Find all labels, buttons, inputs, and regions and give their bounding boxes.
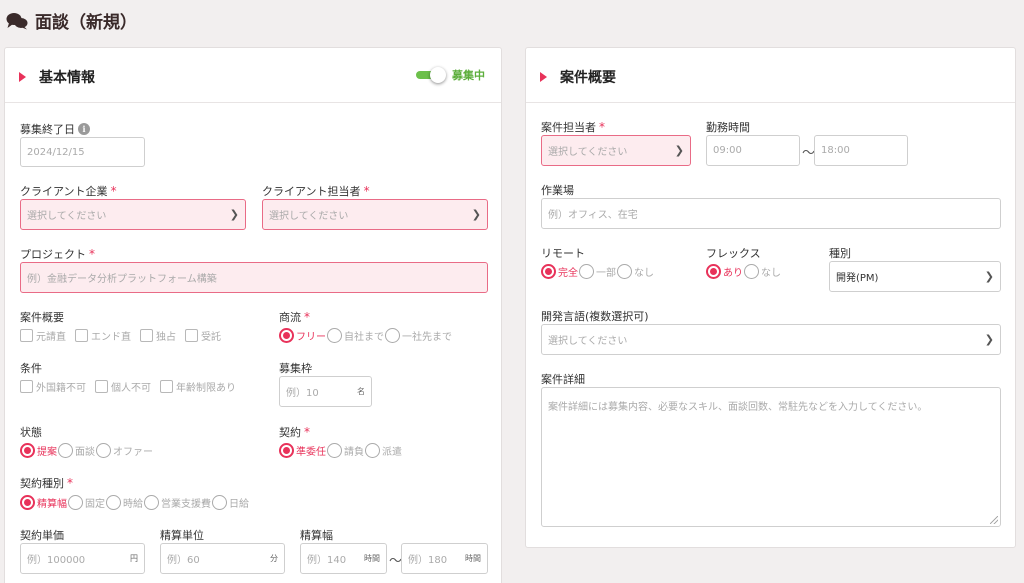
recruiting-toggle[interactable]: [416, 67, 446, 83]
hours-label: 勤務時間: [706, 121, 750, 134]
hours-end-input[interactable]: 18:00: [814, 135, 908, 166]
checkbox-contracted[interactable]: 受託: [185, 328, 221, 343]
radio-quasi-mandate[interactable]: 準委任: [279, 443, 326, 458]
overview-checkboxes: 元請直 エンド直 独占 受託: [20, 328, 221, 343]
details-textarea[interactable]: 案件詳細には募集内容、必要なスキル、面談回数、常駐先などを入力してください。: [541, 387, 1001, 527]
chevron-down-icon: ❯: [229, 208, 239, 221]
slots-input[interactable]: 例）10 名: [279, 376, 372, 407]
workplace-input[interactable]: 例）オフィス、在宅: [541, 198, 1001, 229]
project-label: プロジェクト *: [20, 247, 95, 261]
languages-select[interactable]: 選択してください ❯: [541, 324, 1001, 355]
client-contact-select[interactable]: 選択してください ❯: [262, 199, 488, 230]
chevron-down-icon: ❯: [471, 208, 481, 221]
flex-radios: あり なし: [706, 264, 781, 279]
remote-radios: 完全 一部 なし: [541, 264, 654, 279]
unit-price-label: 契約単価: [20, 529, 64, 542]
deadline-input[interactable]: 2024/12/15: [20, 137, 145, 167]
details-label: 案件詳細: [541, 373, 585, 386]
resize-handle-icon[interactable]: [990, 516, 998, 524]
radio-sales-support[interactable]: 営業支援費: [144, 495, 211, 510]
checkbox-no-foreigners[interactable]: 外国籍不可: [20, 379, 86, 394]
project-summary-header: 案件概要: [526, 48, 1015, 103]
checkbox-age-limit[interactable]: 年齢制限あり: [160, 379, 236, 394]
checkbox-moto-uke[interactable]: 元請直: [20, 328, 66, 343]
owner-select[interactable]: 選択してください ❯: [541, 135, 691, 166]
radio-fixed[interactable]: 固定: [68, 495, 105, 510]
basic-info-header: 基本情報 募集中: [5, 48, 501, 103]
project-summary-panel: 案件概要 案件担当者 * 選択してください ❯ 勤務時間 09:00 〜 18:00…: [525, 47, 1016, 548]
status-radios: 提案 面談 オファー: [20, 443, 153, 458]
radio-dispatch[interactable]: 派遣: [365, 443, 402, 458]
settle-range-min-input[interactable]: 例）140 時間: [300, 543, 387, 574]
settle-unit-label: 精算単位: [160, 529, 204, 542]
info-icon[interactable]: i: [78, 123, 90, 135]
contract-type-label: 契約種別 *: [20, 476, 73, 490]
contract-type-radios: 精算幅 固定 時給 営業支援費 日給: [20, 495, 249, 510]
radio-offer[interactable]: オファー: [96, 443, 153, 458]
slots-label: 募集枠: [279, 362, 312, 375]
triangle-marker-icon: [540, 72, 547, 82]
radio-to-own-company[interactable]: 自社まで: [327, 328, 384, 343]
radio-one-company-ahead[interactable]: 一社先まで: [385, 328, 452, 343]
recruiting-toggle-label: 募集中: [452, 69, 485, 82]
deadline-label: 募集終了日 i: [20, 121, 90, 137]
radio-flex-yes[interactable]: あり: [706, 264, 743, 279]
radio-interview[interactable]: 面談: [58, 443, 95, 458]
status-label: 状態: [20, 426, 42, 439]
client-label: クライアント企業 *: [20, 184, 117, 198]
chat-bubbles-icon: [6, 12, 28, 29]
radio-subcontract[interactable]: 請負: [327, 443, 364, 458]
project-input[interactable]: 例）金融データ分析プラットフォーム構築: [20, 262, 488, 293]
checkbox-exclusive[interactable]: 独占: [140, 328, 176, 343]
checkbox-no-individuals[interactable]: 個人不可: [95, 379, 151, 394]
conditions-checkboxes: 外国籍不可 個人不可 年齢制限あり: [20, 379, 236, 394]
owner-label: 案件担当者 *: [541, 120, 605, 134]
kind-select[interactable]: 開発(PM) ❯: [829, 261, 1001, 292]
flex-label: フレックス: [706, 247, 761, 260]
radio-remote-none[interactable]: なし: [617, 264, 654, 279]
radio-settlement-range[interactable]: 精算幅: [20, 495, 67, 510]
chevron-down-icon: ❯: [984, 333, 994, 346]
settle-range-max-input[interactable]: 例）180 時間: [401, 543, 488, 574]
remote-label: リモート: [541, 247, 585, 260]
hours-start-input[interactable]: 09:00: [706, 135, 800, 166]
chevron-down-icon: ❯: [674, 144, 684, 157]
basic-info-title: 基本情報: [39, 70, 95, 86]
contract-radios: 準委任 請負 派遣: [279, 443, 402, 458]
client-contact-label: クライアント担当者 *: [262, 184, 370, 198]
settle-unit-input[interactable]: 例）60 分: [160, 543, 285, 574]
radio-remote-full[interactable]: 完全: [541, 264, 578, 279]
client-select[interactable]: 選択してください ❯: [20, 199, 246, 230]
radio-daily[interactable]: 日給: [212, 495, 249, 510]
triangle-marker-icon: [19, 72, 26, 82]
workplace-label: 作業場: [541, 184, 574, 197]
chevron-down-icon: ❯: [984, 270, 994, 283]
page-header: 面談（新規）: [6, 8, 137, 33]
basic-info-panel: 基本情報 募集中 募集終了日 i 2024/12/15 クライアント企業 * 選択…: [4, 47, 502, 583]
page-title: 面談（新規）: [35, 13, 137, 33]
checkbox-end-direct[interactable]: エンド直: [75, 328, 131, 343]
settle-range-label: 精算幅: [300, 529, 333, 542]
radio-free[interactable]: フリー: [279, 328, 326, 343]
project-summary-title: 案件概要: [560, 70, 616, 86]
radio-flex-no[interactable]: なし: [744, 264, 781, 279]
overview-label: 案件概要: [20, 311, 64, 324]
kind-label: 種別: [829, 247, 851, 260]
commerce-radios: フリー 自社まで 一社先まで: [279, 328, 452, 343]
unit-price-input[interactable]: 例）100000 円: [20, 543, 145, 574]
radio-remote-partial[interactable]: 一部: [579, 264, 616, 279]
conditions-label: 条件: [20, 362, 42, 375]
radio-proposal[interactable]: 提案: [20, 443, 57, 458]
commerce-label: 商流 *: [279, 310, 310, 324]
radio-hourly[interactable]: 時給: [106, 495, 143, 510]
languages-label: 開発言語(複数選択可): [541, 310, 649, 323]
contract-label: 契約 *: [279, 425, 310, 439]
